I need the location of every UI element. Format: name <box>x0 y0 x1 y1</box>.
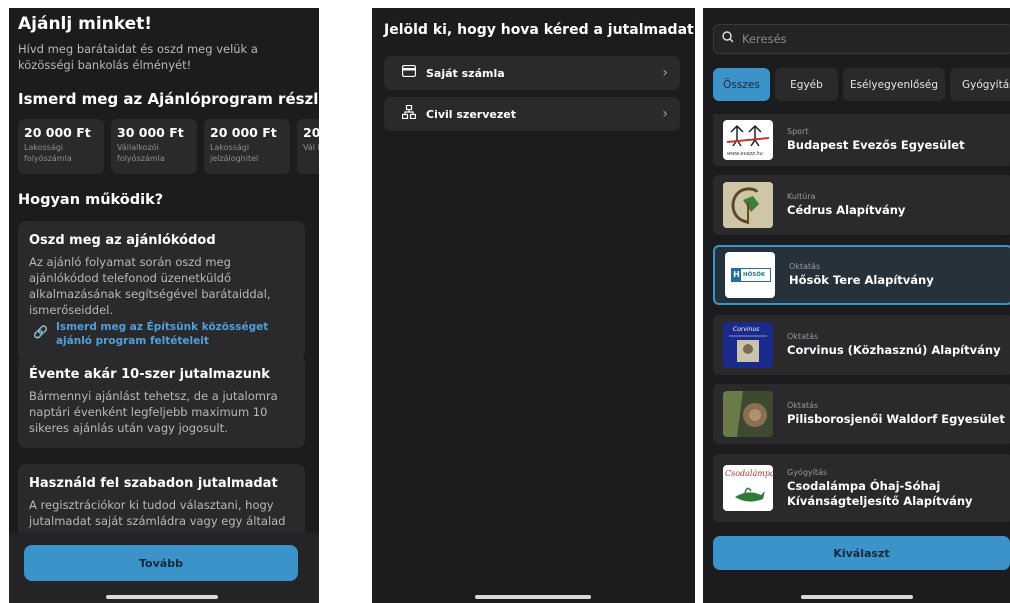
search-icon <box>722 31 734 47</box>
tab-other[interactable]: Egyéb <box>775 68 838 101</box>
option-own-account[interactable]: Saját számla › <box>384 56 680 90</box>
category-tabs: Összes Egyéb Esélyegyenlőség Gyógyítás <box>713 68 1010 101</box>
organization-category: Oktatás <box>789 262 821 271</box>
reward-stat-card: 20 Vál hite <box>297 119 319 174</box>
organization-logo: www.evezz.hu <box>723 120 773 160</box>
list-item[interactable]: Corvinus Oktatás Corvinus (Közhasznú) Al… <box>713 315 1010 375</box>
tab-healing[interactable]: Gyógyítás <box>950 68 1010 101</box>
reward-amount: 20 000 Ft <box>24 125 91 140</box>
page-title: Ajánlj minket! <box>18 14 153 34</box>
org-chart-icon <box>401 104 418 123</box>
program-terms-link[interactable]: 🔗 Ismerd meg az Építsünk közösséget aján… <box>29 320 294 348</box>
option-label: Civil szervezet <box>426 107 516 121</box>
list-item[interactable]: www.evezz.hu Sport Budapest Evezős Egyes… <box>713 114 1010 166</box>
card-text: Bármennyi ajánlást tehetsz, de a jutalom… <box>29 389 278 435</box>
organization-category: Oktatás <box>787 401 819 410</box>
organization-category: Gyógyítás <box>787 467 828 477</box>
tab-equal-opportunity[interactable]: Esélyegyenlőség <box>843 68 945 101</box>
next-button[interactable]: Tovább <box>24 545 298 581</box>
reward-stat-card: 30 000 Ft Vállalkozói folyószámla <box>111 119 197 174</box>
logo-text: www.evezz.hu <box>727 151 763 157</box>
referral-screen: Ajánlj minket! Hívd meg barátaidat és os… <box>9 8 319 603</box>
page-title: Jelöld ki, hogy hova kéred a jutalmadat! <box>384 22 695 38</box>
home-indicator <box>475 595 591 599</box>
organization-logo: Csodalámpa <box>723 465 773 511</box>
home-indicator <box>801 595 913 599</box>
list-item[interactable]: Kultúra Cédrus Alapítvány <box>713 175 1010 235</box>
tab-all[interactable]: Összes <box>713 68 770 101</box>
organization-category: Oktatás <box>787 332 819 341</box>
organization-name: Hősök Tere Alapítvány <box>789 273 934 287</box>
reward-label: Vál hite <box>303 143 319 152</box>
details-heading: Ismerd meg az Ajánlóprogram részleteit <box>18 90 319 108</box>
reward-destination-screen: Jelöld ki, hogy hova kéred a jutalmadat!… <box>372 8 695 603</box>
card-title: Használd fel szabadon jutalmadat <box>29 476 278 491</box>
bottom-action-bar: Kiválaszt <box>703 528 1010 603</box>
organization-category: Kultúra <box>787 192 816 201</box>
card-title: Évente akár 10-szer jutalmazunk <box>29 367 270 382</box>
option-label: Saját számla <box>426 66 505 80</box>
reward-amount: 30 000 Ft <box>117 125 184 140</box>
organization-name: Csodalámpa Óhaj-Sóhaj Kívánságteljesítő … <box>787 478 973 508</box>
organization-name: Pilisborosjenői Waldorf Egyesület <box>787 412 1005 426</box>
organization-logo: Corvinus <box>723 322 773 368</box>
organization-name: Cédrus Alapítvány <box>787 203 906 217</box>
list-item[interactable]: Oktatás Pilisborosjenői Waldorf Egyesüle… <box>713 384 1010 444</box>
reward-label: Vállalkozói folyószámla <box>117 143 165 163</box>
list-item[interactable]: Csodalámpa Gyógyítás Csodalámpa Óhaj-Sóh… <box>713 454 1010 522</box>
organization-picker-screen: Összes Egyéb Esélyegyenlőség Gyógyítás w… <box>703 8 1010 603</box>
search-bar[interactable] <box>713 24 1010 54</box>
program-terms-link-label: Ismerd meg az Építsünk közösséget ajánló… <box>55 321 269 347</box>
organization-category: Sport <box>787 127 809 136</box>
logo-text: HŐSÖK <box>743 272 766 278</box>
choose-button[interactable]: Kiválaszt <box>713 536 1010 570</box>
reward-amount: 20 <box>303 125 319 140</box>
reward-stats-carousel[interactable]: 20 000 Ft Lakossági folyószámla 30 000 F… <box>18 119 319 174</box>
info-card-share-code: Oszd meg az ajánlókódod Az ajánló folyam… <box>18 221 305 360</box>
chevron-right-icon: › <box>662 106 668 122</box>
reward-stat-card: 20 000 Ft Lakossági folyószámla <box>18 119 104 174</box>
bottom-action-bar: Tovább <box>9 533 319 603</box>
list-item-selected[interactable]: H HŐSÖK Oktatás Hősök Tere Alapítvány <box>713 245 1010 305</box>
reward-amount: 20 000 Ft <box>210 125 277 140</box>
page-description: Hívd meg barátaidat és oszd meg velük a … <box>18 42 258 72</box>
card-text: Az ajánló folyamat során oszd meg ajánló… <box>29 255 271 317</box>
reward-stat-card: 20 000 Ft Lakossági jelzáloghitel <box>204 119 290 174</box>
organization-logo: H HŐSÖK <box>725 252 775 298</box>
card-title: Oszd meg az ajánlókódod <box>29 233 216 248</box>
organization-logo <box>723 182 773 228</box>
reward-label: Lakossági jelzáloghitel <box>210 143 259 163</box>
info-card-yearly-rewards: Évente akár 10-szer jutalmazunk Bármenny… <box>18 355 305 448</box>
card-text: A regisztrációkor ki tudod választani, h… <box>29 498 286 528</box>
reward-label: Lakossági folyószámla <box>24 143 72 163</box>
chevron-right-icon: › <box>662 65 668 81</box>
option-civil-organization[interactable]: Civil szervezet › <box>384 97 680 131</box>
organization-logo <box>723 391 773 437</box>
organization-name: Corvinus (Közhasznú) Alapítvány <box>787 343 1001 357</box>
link-icon: 🔗 <box>33 325 48 339</box>
organization-name: Budapest Evezős Egyesület <box>787 138 965 152</box>
wallet-icon <box>401 64 418 81</box>
how-it-works-heading: Hogyan működik? <box>18 192 164 208</box>
search-input[interactable] <box>740 31 984 47</box>
home-indicator <box>106 595 218 599</box>
